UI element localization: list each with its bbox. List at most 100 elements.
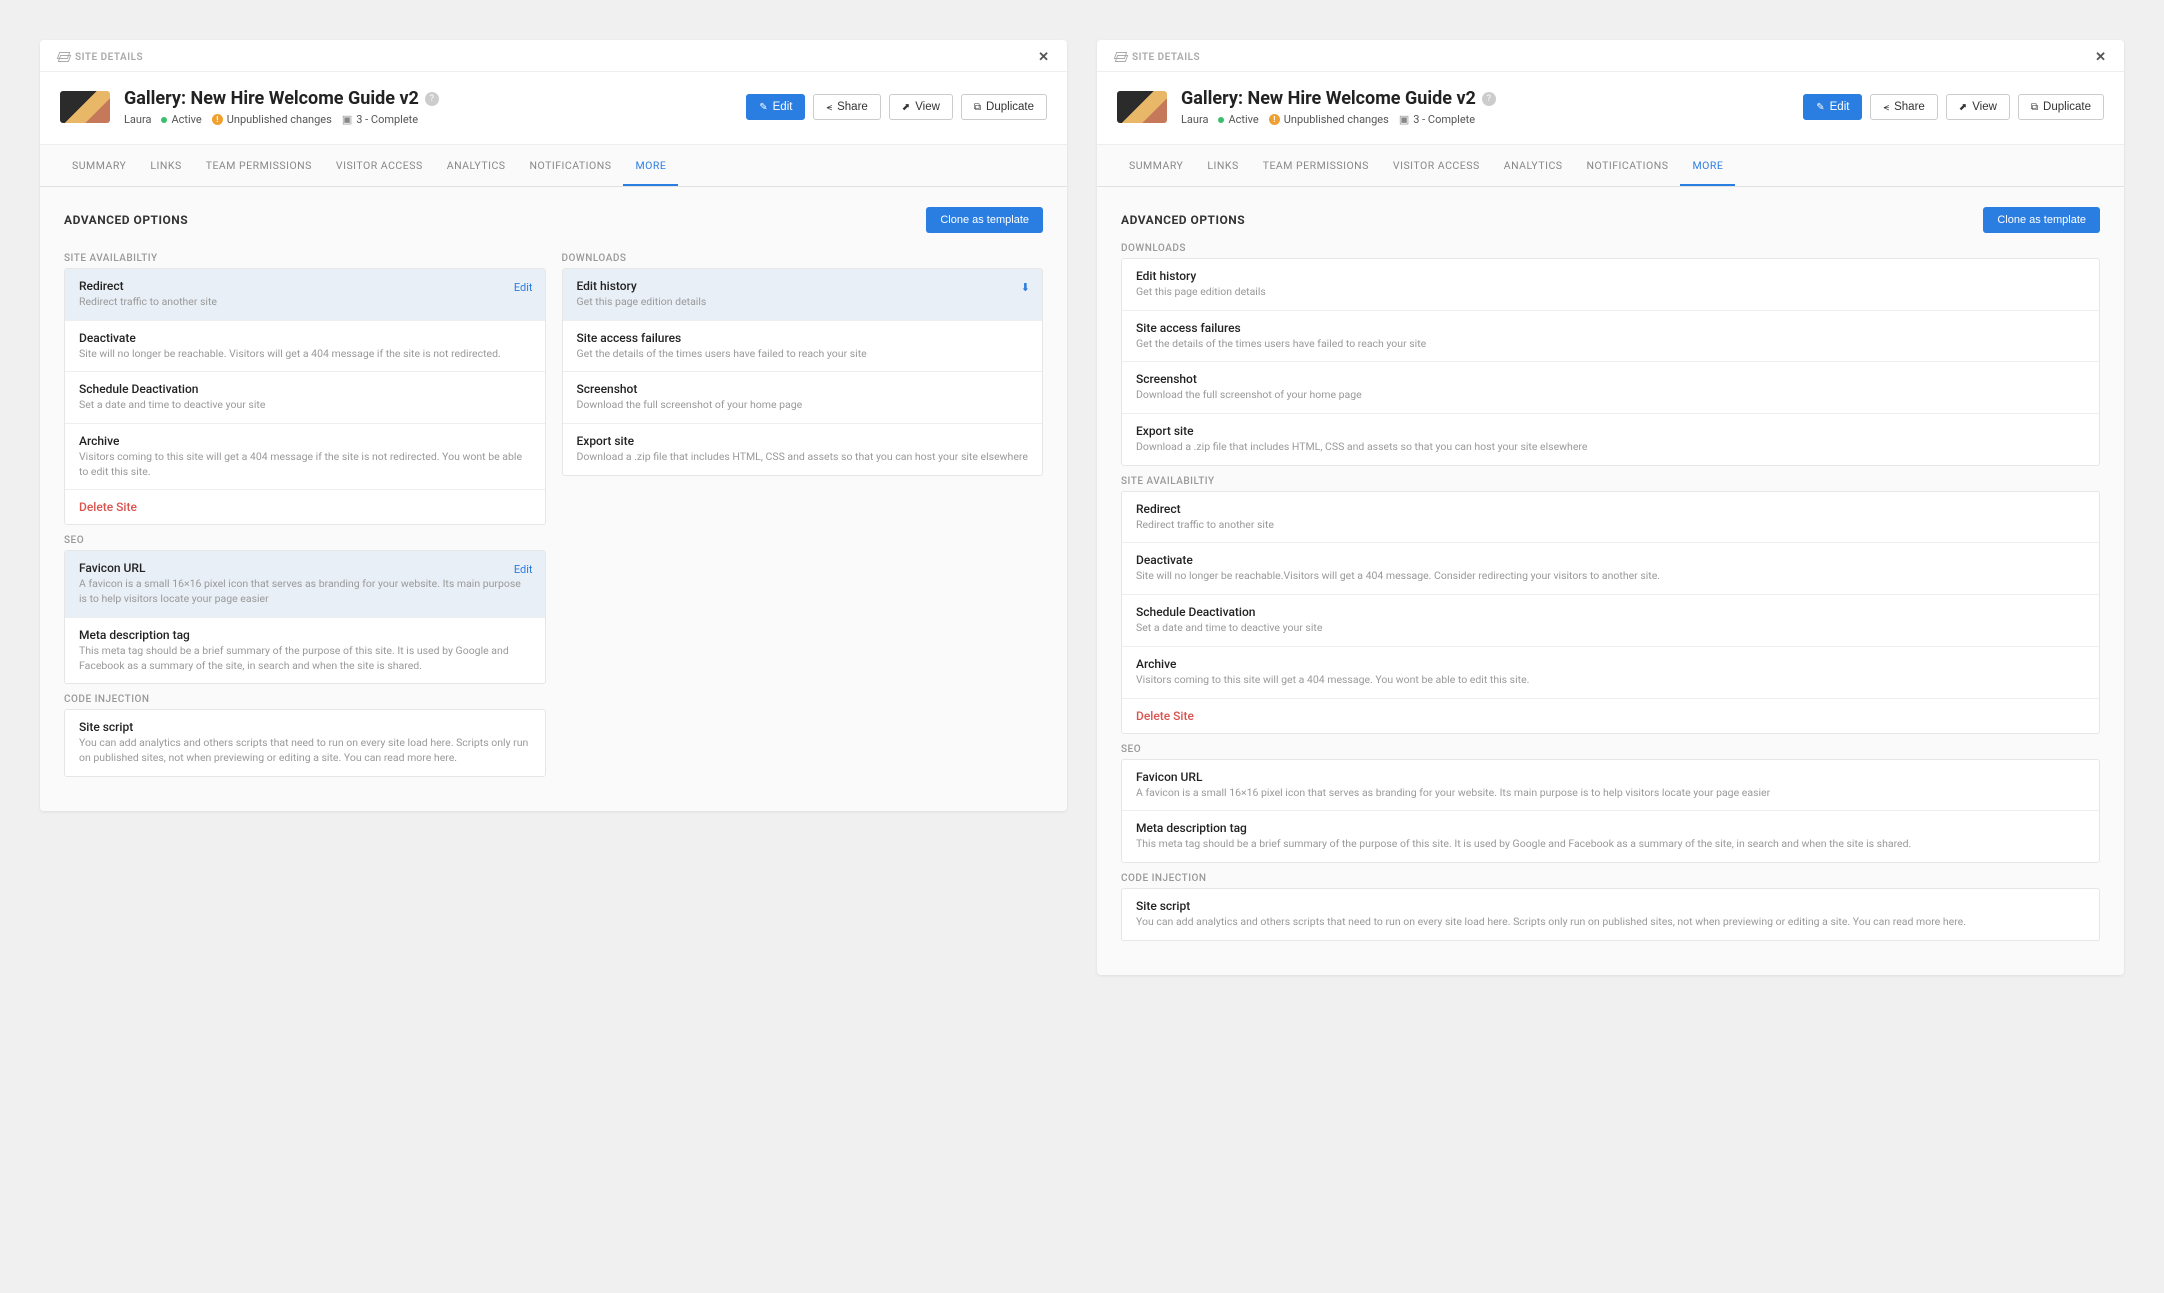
tab-summary[interactable]: SUMMARY bbox=[1117, 145, 1195, 186]
pencil-icon: ✎ bbox=[759, 102, 767, 113]
schedule-deactivation-item[interactable]: Schedule Deactivation Set a date and tim… bbox=[65, 372, 545, 424]
archive-item[interactable]: Archive Visitors coming to this site wil… bbox=[1122, 647, 2099, 699]
meta-description-item[interactable]: Meta description tag This meta tag shoul… bbox=[1122, 811, 2099, 862]
view-button[interactable]: ⬈View bbox=[889, 94, 953, 120]
downloads-list: Edit history Get this page edition detai… bbox=[562, 268, 1044, 476]
status-label: Active bbox=[1228, 113, 1258, 126]
panel-left: SITE DETAILS ✕ Gallery: New Hire Welcome… bbox=[40, 40, 1067, 811]
tab-team-permissions[interactable]: TEAM PERMISSIONS bbox=[194, 145, 324, 186]
section-code-injection-label: CODE INJECTION bbox=[64, 694, 546, 705]
availability-list: Redirect Redirect traffic to another sit… bbox=[1121, 491, 2100, 734]
schedule-deactivation-item[interactable]: Schedule Deactivation Set a date and tim… bbox=[1122, 595, 2099, 647]
delete-site-item[interactable]: Delete Site bbox=[65, 490, 545, 524]
downloads-list: Edit history Get this page edition detai… bbox=[1121, 258, 2100, 466]
external-link-icon: ⬈ bbox=[1959, 102, 1967, 113]
deactivate-item[interactable]: Deactivate Site will no longer be reacha… bbox=[1122, 543, 2099, 595]
duplicate-button[interactable]: ⧉Duplicate bbox=[2018, 94, 2104, 120]
archive-item[interactable]: Archive Visitors coming to this site wil… bbox=[65, 424, 545, 490]
redirect-edit-link[interactable]: Edit bbox=[514, 281, 533, 294]
close-icon[interactable]: ✕ bbox=[1038, 50, 1049, 65]
complete-label: 3 - Complete bbox=[1413, 113, 1475, 126]
panel-top-bar: SITE DETAILS ✕ bbox=[1097, 40, 2124, 72]
tab-visitor-access[interactable]: VISITOR ACCESS bbox=[1381, 145, 1492, 186]
external-link-icon: ⬈ bbox=[902, 102, 910, 113]
section-seo-label: SEO bbox=[1121, 744, 2100, 755]
site-access-failures-item[interactable]: Site access failures Get the details of … bbox=[563, 321, 1043, 373]
seo-list: Favicon URL A favicon is a small 16×16 p… bbox=[64, 550, 546, 684]
clone-as-template-button[interactable]: Clone as template bbox=[926, 207, 1043, 233]
tab-links[interactable]: LINKS bbox=[138, 145, 193, 186]
warning-icon: ! bbox=[1269, 114, 1280, 125]
status-dot-icon bbox=[1218, 117, 1224, 123]
site-thumbnail bbox=[60, 91, 110, 123]
edit-button[interactable]: ✎Edit bbox=[746, 94, 805, 120]
deactivate-item[interactable]: Deactivate Site will no longer be reacha… bbox=[65, 321, 545, 373]
header: Gallery: New Hire Welcome Guide v2 ? Lau… bbox=[1097, 72, 2124, 145]
close-icon[interactable]: ✕ bbox=[2095, 50, 2106, 65]
unpublished-label: Unpublished changes bbox=[1284, 113, 1389, 126]
edit-button[interactable]: ✎Edit bbox=[1803, 94, 1862, 120]
warning-icon: ! bbox=[212, 114, 223, 125]
favicon-item[interactable]: Favicon URL A favicon is a small 16×16 p… bbox=[65, 551, 545, 617]
tab-summary[interactable]: SUMMARY bbox=[60, 145, 138, 186]
duplicate-button[interactable]: ⧉Duplicate bbox=[961, 94, 1047, 120]
share-icon: ⪪ bbox=[1883, 102, 1889, 113]
favicon-item[interactable]: Favicon URL A favicon is a small 16×16 p… bbox=[1122, 760, 2099, 812]
site-details-icon bbox=[1115, 52, 1126, 63]
advanced-options-heading: ADVANCED OPTIONS bbox=[64, 213, 188, 227]
clone-as-template-button[interactable]: Clone as template bbox=[1983, 207, 2100, 233]
site-thumbnail bbox=[1117, 91, 1167, 123]
advanced-options-heading: ADVANCED OPTIONS bbox=[1121, 213, 1245, 227]
view-button[interactable]: ⬈View bbox=[1946, 94, 2010, 120]
help-icon[interactable]: ? bbox=[1482, 92, 1496, 106]
pencil-icon: ✎ bbox=[1816, 102, 1824, 113]
code-injection-list: Site script You can add analytics and ot… bbox=[1121, 888, 2100, 941]
author-label: Laura bbox=[1181, 113, 1208, 126]
share-button[interactable]: ⪪Share bbox=[1870, 94, 1937, 120]
site-script-item[interactable]: Site script You can add analytics and ot… bbox=[1122, 889, 2099, 940]
screenshot-item[interactable]: Screenshot Download the full screenshot … bbox=[1122, 362, 2099, 414]
panel-top-bar: SITE DETAILS ✕ bbox=[40, 40, 1067, 72]
redirect-item[interactable]: Redirect Redirect traffic to another sit… bbox=[65, 269, 545, 321]
folder-icon: ▣ bbox=[1399, 113, 1409, 126]
tab-team-permissions[interactable]: TEAM PERMISSIONS bbox=[1251, 145, 1381, 186]
status-label: Active bbox=[171, 113, 201, 126]
tab-links[interactable]: LINKS bbox=[1195, 145, 1250, 186]
tab-notifications[interactable]: NOTIFICATIONS bbox=[518, 145, 624, 186]
delete-site-item[interactable]: Delete Site bbox=[1122, 699, 2099, 733]
section-downloads-label: DOWNLOADS bbox=[1121, 243, 2100, 254]
status-dot-icon bbox=[161, 117, 167, 123]
code-injection-list: Site script You can add analytics and ot… bbox=[64, 709, 546, 776]
tab-more[interactable]: MORE bbox=[1680, 145, 1735, 186]
help-icon[interactable]: ? bbox=[425, 92, 439, 106]
redirect-item[interactable]: Redirect Redirect traffic to another sit… bbox=[1122, 492, 2099, 544]
site-script-item[interactable]: Site script You can add analytics and ot… bbox=[65, 710, 545, 775]
duplicate-icon: ⧉ bbox=[2031, 102, 2038, 113]
tab-analytics[interactable]: ANALYTICS bbox=[1492, 145, 1575, 186]
meta-description-item[interactable]: Meta description tag This meta tag shoul… bbox=[65, 618, 545, 683]
seo-list: Favicon URL A favicon is a small 16×16 p… bbox=[1121, 759, 2100, 863]
share-button[interactable]: ⪪Share bbox=[813, 94, 880, 120]
tab-more[interactable]: MORE bbox=[623, 145, 678, 186]
section-code-injection-label: CODE INJECTION bbox=[1121, 873, 2100, 884]
folder-icon: ▣ bbox=[342, 113, 352, 126]
page-title: Gallery: New Hire Welcome Guide v2 bbox=[124, 88, 419, 109]
site-access-failures-item[interactable]: Site access failures Get the details of … bbox=[1122, 311, 2099, 363]
breadcrumb: SITE DETAILS bbox=[1132, 52, 1200, 63]
page-title: Gallery: New Hire Welcome Guide v2 bbox=[1181, 88, 1476, 109]
screenshot-item[interactable]: Screenshot Download the full screenshot … bbox=[563, 372, 1043, 424]
section-downloads-label: DOWNLOADS bbox=[562, 253, 1044, 264]
export-site-item[interactable]: Export site Download a .zip file that in… bbox=[563, 424, 1043, 475]
availability-list: Redirect Redirect traffic to another sit… bbox=[64, 268, 546, 525]
tab-notifications[interactable]: NOTIFICATIONS bbox=[1575, 145, 1681, 186]
unpublished-label: Unpublished changes bbox=[227, 113, 332, 126]
favicon-edit-link[interactable]: Edit bbox=[514, 563, 533, 576]
download-icon[interactable]: ⬇ bbox=[1021, 281, 1030, 294]
tab-analytics[interactable]: ANALYTICS bbox=[435, 145, 518, 186]
header: Gallery: New Hire Welcome Guide v2 ? Lau… bbox=[40, 72, 1067, 145]
edit-history-item[interactable]: Edit history Get this page edition detai… bbox=[1122, 259, 2099, 311]
tab-visitor-access[interactable]: VISITOR ACCESS bbox=[324, 145, 435, 186]
section-seo-label: SEO bbox=[64, 535, 546, 546]
edit-history-item[interactable]: Edit history Get this page edition detai… bbox=[563, 269, 1043, 321]
export-site-item[interactable]: Export site Download a .zip file that in… bbox=[1122, 414, 2099, 465]
